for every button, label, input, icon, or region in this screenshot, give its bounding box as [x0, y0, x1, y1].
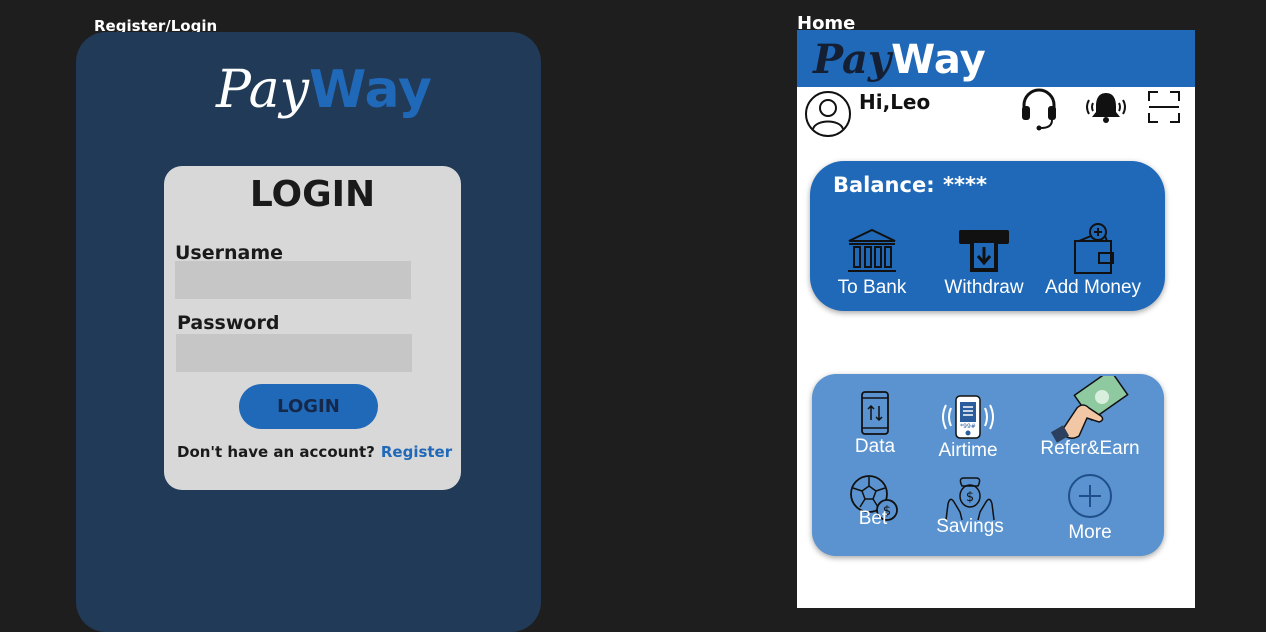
add-money-label: Add Money: [1044, 277, 1142, 298]
refer-earn-service[interactable]: Refer&Earn: [1032, 376, 1148, 460]
more-service[interactable]: More: [1050, 474, 1130, 544]
services-card: Data *99# Airtime Refer&Earn $ Bet $ Sav…: [812, 374, 1164, 556]
savings-service[interactable]: $ Savings: [930, 474, 1010, 538]
password-input[interactable]: [176, 334, 412, 372]
data-label: Data: [854, 436, 896, 457]
wallet-add-icon: [1074, 223, 1114, 274]
balance-value[interactable]: ****: [943, 173, 987, 197]
savings-label: Savings: [936, 516, 1004, 537]
logo-way-text: Way: [309, 60, 432, 120]
payway-logo: PayWay: [216, 60, 432, 120]
no-account-text: Don't have an account?: [177, 443, 375, 461]
balance-card: Balance: **** To Bank Withdraw Add Money: [810, 161, 1165, 311]
home-screen: PayWay Hi,Leo Balance: **** To Bank With…: [797, 30, 1195, 608]
avatar-icon[interactable]: [804, 90, 852, 138]
greeting-text: Hi,Leo: [859, 90, 931, 114]
register-link[interactable]: Register: [381, 443, 452, 461]
data-transfer-icon: [861, 391, 889, 435]
airtime-label: Airtime: [938, 440, 998, 461]
svg-text:*99#: *99#: [960, 423, 976, 430]
logo-pay-text: Pay: [216, 60, 310, 120]
to-bank-label: To Bank: [837, 277, 907, 298]
withdraw-label: Withdraw: [944, 277, 1024, 298]
bank-icon: [848, 228, 896, 272]
data-service[interactable]: Data: [840, 390, 910, 458]
airtime-service[interactable]: *99# Airtime: [930, 394, 1006, 462]
headset-icon[interactable]: [1019, 86, 1059, 132]
bell-icon[interactable]: [1083, 88, 1129, 128]
logo-way-text: Way: [891, 37, 986, 83]
refer-earn-icon: [1050, 376, 1129, 443]
withdraw-icon: [959, 230, 1009, 272]
password-label: Password: [177, 312, 280, 334]
more-label: More: [1068, 522, 1112, 543]
home-header: PayWay: [797, 30, 1195, 87]
login-title: LOGIN: [249, 174, 376, 215]
withdraw-button[interactable]: Withdraw: [938, 227, 1030, 299]
register-prompt: Don't have an account? Register: [177, 443, 452, 461]
payway-logo: PayWay: [813, 36, 986, 83]
login-card: LOGIN Username Password LOGIN Don't have…: [164, 166, 461, 490]
scan-icon[interactable]: [1147, 90, 1181, 124]
balance-label: Balance:: [833, 173, 935, 197]
plus-circle-icon: [1068, 474, 1112, 518]
svg-text:$: $: [966, 490, 974, 505]
refer-earn-label: Refer&Earn: [1040, 438, 1140, 459]
to-bank-button[interactable]: To Bank: [827, 227, 917, 299]
airtime-phone-icon: *99#: [942, 395, 994, 439]
bet-service[interactable]: $ Bet: [838, 474, 908, 530]
username-input[interactable]: [175, 261, 411, 299]
login-button[interactable]: LOGIN: [239, 384, 378, 429]
login-screen: PayWay LOGIN Username Password LOGIN Don…: [76, 32, 541, 632]
add-money-button[interactable]: Add Money: [1040, 223, 1146, 299]
logo-pay-text: Pay: [813, 36, 892, 83]
savings-icon: $: [945, 477, 995, 521]
